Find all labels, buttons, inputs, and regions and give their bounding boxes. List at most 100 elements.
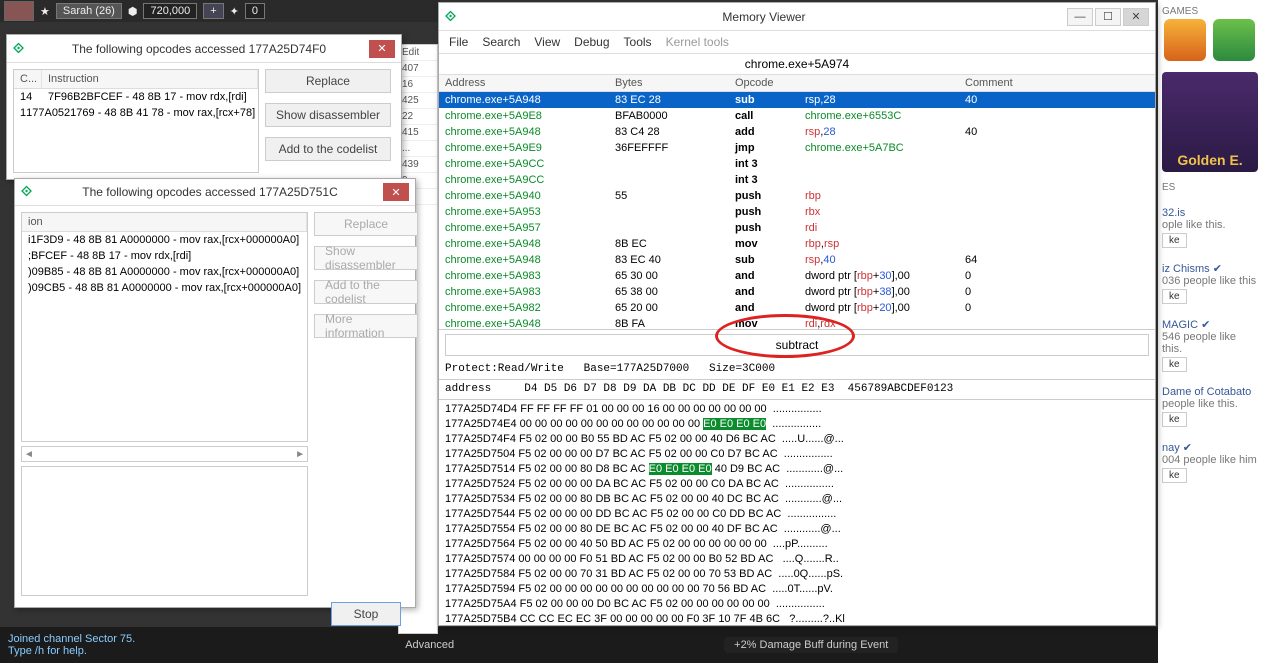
- add-to-codelist-button[interactable]: Add to the codelist: [314, 280, 418, 304]
- list-item[interactable]: 1177A0521769 - 48 8B 41 78 - mov rax,[rc…: [14, 105, 258, 121]
- col-bytes[interactable]: Bytes: [609, 75, 729, 91]
- show-disassembler-button[interactable]: Show disassembler: [265, 103, 391, 127]
- list-item[interactable]: )09B85 - 48 8B 81 A0000000 - mov rax,[rc…: [22, 264, 307, 280]
- player-name[interactable]: Sarah (26): [56, 3, 122, 19]
- search-bar[interactable]: [445, 334, 1149, 356]
- hex-row[interactable]: 177A25D74D4 FF FF FF FF 01 00 00 00 16 0…: [445, 402, 1149, 417]
- replace-button[interactable]: Replace: [314, 212, 418, 236]
- rank-icon: ★: [40, 5, 50, 18]
- disassembly-row[interactable]: chrome.exe+5A953pushrbx: [439, 204, 1155, 220]
- advanced-button[interactable]: Advanced: [405, 639, 454, 651]
- disassembly-row[interactable]: chrome.exe+5A94883 EC 28subrsp,2840: [439, 92, 1155, 108]
- hex-dump[interactable]: 177A25D74D4 FF FF FF FF 01 00 00 00 16 0…: [439, 400, 1155, 625]
- disassembly-row[interactable]: chrome.exe+5A98265 20 00anddword ptr [rb…: [439, 300, 1155, 316]
- col-comment[interactable]: Comment: [959, 75, 1155, 91]
- maximize-icon[interactable]: ☐: [1095, 8, 1121, 26]
- fb-page-suggestion: MAGIC ✔546 people like this.ke: [1162, 318, 1259, 372]
- hex-row[interactable]: 177A25D75B4 CC CC EC EC 3F 00 00 00 00 0…: [445, 612, 1149, 625]
- menu-search[interactable]: Search: [482, 35, 520, 49]
- disassembly-listing[interactable]: chrome.exe+5A94883 EC 28subrsp,2840chrom…: [439, 92, 1155, 330]
- col-header[interactable]: ion: [22, 213, 307, 231]
- page-link[interactable]: MAGIC ✔: [1162, 318, 1259, 331]
- menu-file[interactable]: File: [449, 35, 468, 49]
- hex-row[interactable]: 177A25D7594 F5 02 00 00 00 00 00 00 00 0…: [445, 582, 1149, 597]
- page-link[interactable]: Dame of Cotabato: [1162, 386, 1259, 398]
- page-link[interactable]: iz Chisms ✔: [1162, 262, 1259, 275]
- list-item[interactable]: )09CB5 - 48 8B 81 A0000000 - mov rax,[rc…: [22, 280, 307, 296]
- window-title: The following opcodes accessed 177A25D74…: [37, 42, 361, 56]
- like-button[interactable]: ke: [1162, 357, 1187, 372]
- col-address[interactable]: Address: [439, 75, 609, 91]
- opcode-access-window-2: ⟐ The following opcodes accessed 177A25D…: [14, 178, 416, 608]
- currency-icon: ⬢: [128, 5, 138, 18]
- hex-row[interactable]: 177A25D74F4 F5 02 00 00 B0 55 BD AC F5 0…: [445, 432, 1149, 447]
- disassembly-row[interactable]: chrome.exe+5A9488B ECmovrbp,rsp: [439, 236, 1155, 252]
- disassembly-row[interactable]: chrome.exe+5A9E936FEFFFFjmpchrome.exe+5A…: [439, 140, 1155, 156]
- like-button[interactable]: ke: [1162, 233, 1187, 248]
- like-button[interactable]: ke: [1162, 468, 1187, 483]
- hex-row[interactable]: 177A25D74E4 00 00 00 00 00 00 00 00 00 0…: [445, 417, 1149, 432]
- menu-kernel-tools[interactable]: Kernel tools: [666, 35, 729, 49]
- disassembly-row[interactable]: chrome.exe+5A9E8BFAB0000callchrome.exe+6…: [439, 108, 1155, 124]
- opcode-access-window-1: ⟐ The following opcodes accessed 177A25D…: [6, 34, 402, 180]
- like-button[interactable]: ke: [1162, 412, 1187, 427]
- page-link[interactable]: nay ✔: [1162, 441, 1259, 454]
- menu-debug[interactable]: Debug: [574, 35, 609, 49]
- buff-banner: +2% Damage Buff during Event: [724, 637, 898, 653]
- hex-row[interactable]: 177A25D75A4 F5 02 00 00 00 D0 BC AC F5 0…: [445, 597, 1149, 612]
- hex-row[interactable]: 177A25D7504 F5 02 00 00 00 D7 BC AC F5 0…: [445, 447, 1149, 462]
- hex-row[interactable]: 177A25D7554 F5 02 00 00 80 DE BC AC F5 0…: [445, 522, 1149, 537]
- page-link[interactable]: 32.is: [1162, 207, 1259, 219]
- show-disassembler-button[interactable]: Show disassembler: [314, 246, 418, 270]
- slots-game-banner[interactable]: Golden E.: [1162, 72, 1258, 172]
- hex-row[interactable]: 177A25D7564 F5 02 00 00 40 50 BD AC F5 0…: [445, 537, 1149, 552]
- game-icon[interactable]: [1213, 19, 1255, 61]
- add-credits-button[interactable]: +: [203, 3, 223, 19]
- list-item[interactable]: 147F96B2BFCEF - 48 8B 17 - mov rdx,[rdi]: [14, 89, 258, 105]
- fb-right-column: GAMES Golden E. ES 32.isople like this.k…: [1158, 0, 1263, 663]
- fb-page-suggestion: nay ✔004 people like himke: [1162, 441, 1259, 483]
- stop-button[interactable]: Stop: [331, 602, 401, 626]
- disassembly-row[interactable]: chrome.exe+5A94055pushrbp: [439, 188, 1155, 204]
- hex-row[interactable]: 177A25D7584 F5 02 00 00 70 31 BD AC F5 0…: [445, 567, 1149, 582]
- close-icon[interactable]: ✕: [369, 40, 395, 58]
- hex-row[interactable]: 177A25D7534 F5 02 00 00 80 DB BC AC F5 0…: [445, 492, 1149, 507]
- more-information-button[interactable]: More information: [314, 314, 418, 338]
- disassembly-row[interactable]: chrome.exe+5A94883 C4 28addrsp,2840: [439, 124, 1155, 140]
- col-instruction[interactable]: Instruction: [42, 70, 258, 88]
- hex-row[interactable]: 177A25D7524 F5 02 00 00 00 DA BC AC F5 0…: [445, 477, 1149, 492]
- disassembly-row[interactable]: chrome.exe+5A9CCint 3: [439, 156, 1155, 172]
- fb-page-suggestion: iz Chisms ✔036 people like thiske: [1162, 262, 1259, 304]
- menu-tools[interactable]: Tools: [624, 35, 652, 49]
- like-button[interactable]: ke: [1162, 289, 1187, 304]
- search-input[interactable]: [450, 338, 1144, 352]
- opcode-list[interactable]: ion i1F3D9 - 48 8B 81 A0000000 - mov rax…: [21, 212, 308, 442]
- add-to-codelist-button[interactable]: Add to the codelist: [265, 137, 391, 161]
- disassembly-row[interactable]: chrome.exe+5A9488B FAmovrdi,rdx: [439, 316, 1155, 330]
- replace-button[interactable]: Replace: [265, 69, 391, 93]
- opcode-list[interactable]: C... Instruction 147F96B2BFCEF - 48 8B 1…: [13, 69, 259, 173]
- disassembly-row[interactable]: chrome.exe+5A94883 EC 40subrsp,4064: [439, 252, 1155, 268]
- hex-row[interactable]: 177A25D7514 F5 02 00 00 80 D8 BC AC E0 E…: [445, 462, 1149, 477]
- module-address-label: chrome.exe+5A974: [439, 54, 1155, 75]
- cheatengine-icon: ⟐: [13, 41, 29, 57]
- disassembly-row[interactable]: chrome.exe+5A98365 30 00anddword ptr [rb…: [439, 268, 1155, 284]
- minimize-icon[interactable]: —: [1067, 8, 1093, 26]
- cheatengine-icon: ⟐: [21, 184, 37, 200]
- hex-row[interactable]: 177A25D7574 00 00 00 00 F0 51 BD AC F5 0…: [445, 552, 1149, 567]
- disassembly-row[interactable]: chrome.exe+5A9CCint 3: [439, 172, 1155, 188]
- disassembly-row[interactable]: chrome.exe+5A957pushrdi: [439, 220, 1155, 236]
- list-item[interactable]: i1F3D9 - 48 8B 81 A0000000 - mov rax,[rc…: [22, 232, 307, 248]
- disassembly-row[interactable]: chrome.exe+5A98365 38 00anddword ptr [rb…: [439, 284, 1155, 300]
- col-count[interactable]: C...: [14, 70, 42, 88]
- window-title: Memory Viewer: [469, 10, 1059, 24]
- close-icon[interactable]: ✕: [383, 183, 409, 201]
- col-opcode[interactable]: Opcode: [729, 75, 799, 91]
- list-item[interactable]: ;BFCEF - 48 8B 17 - mov rdx,[rdi]: [22, 248, 307, 264]
- game-icon[interactable]: [1164, 19, 1206, 61]
- games-header: GAMES: [1162, 6, 1259, 17]
- hex-row[interactable]: 177A25D7544 F5 02 00 00 00 DD BC AC F5 0…: [445, 507, 1149, 522]
- menu-view[interactable]: View: [534, 35, 560, 49]
- close-icon[interactable]: ✕: [1123, 8, 1149, 26]
- horizontal-scrollbar[interactable]: ◄►: [21, 446, 308, 462]
